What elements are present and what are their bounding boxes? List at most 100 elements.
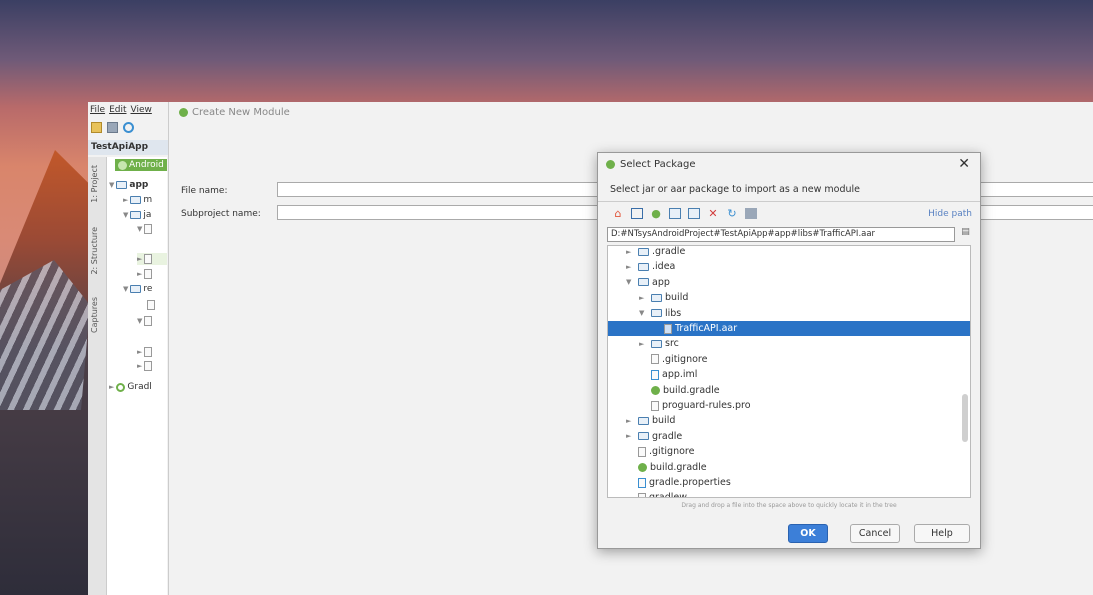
tree-row-re[interactable]: ▼ re (123, 283, 152, 295)
menu-edit[interactable]: Edit (109, 105, 126, 118)
tree-row[interactable]: ► (137, 346, 153, 358)
tree-row[interactable]: ► .gradle (608, 246, 970, 259)
folder-icon (651, 309, 662, 318)
desktop-icon[interactable] (631, 208, 643, 219)
tree-row[interactable]: ► src (608, 336, 970, 351)
project-header[interactable]: TestApiApp (88, 140, 168, 155)
tree-label: ja (143, 210, 152, 220)
tree-row[interactable]: gradle.properties (608, 475, 970, 490)
collapse-arrow-icon: ► (109, 383, 115, 391)
tab-structure[interactable]: 2: Structure (90, 227, 99, 275)
drop-hint: Drag and drop a file into the space abov… (681, 502, 897, 509)
show-hidden-icon[interactable] (745, 208, 757, 219)
tree-row[interactable]: app.iml (608, 367, 970, 382)
expand-arrow-icon: ▼ (109, 181, 115, 189)
tree-row[interactable]: ► build (608, 290, 970, 305)
tree-row-ja[interactable]: ▼ ja (123, 209, 151, 221)
collapse-arrow-icon[interactable]: ► (626, 263, 635, 271)
open-folder-icon[interactable] (91, 122, 102, 133)
delete-icon[interactable]: ✕ (707, 208, 719, 219)
file-tree[interactable]: ► .gradle ► .idea ▼ app ► build ▼ libs TrafficAPI.… (607, 245, 971, 498)
tree-row[interactable]: TrafficAPI.aar (608, 321, 970, 336)
expand-arrow-icon: ▼ (137, 317, 143, 325)
tree-row[interactable]: ▼ libs (608, 306, 970, 321)
tree-row[interactable]: ▼ app (608, 275, 970, 290)
hide-path-link[interactable]: Hide path (928, 209, 972, 219)
expand-arrow-icon[interactable]: ▼ (639, 309, 648, 317)
project-icon[interactable]: ● (650, 208, 662, 219)
collapse-arrow-icon[interactable]: ► (639, 294, 648, 302)
new-folder-icon[interactable] (688, 208, 700, 219)
tree-row-app[interactable]: ▼ app (109, 179, 148, 191)
tree-label: .gitignore (649, 446, 695, 458)
gradle-file-icon (638, 462, 647, 472)
expand-arrow-icon[interactable]: ▼ (626, 278, 635, 286)
tree-row[interactable]: gradlew (608, 490, 970, 498)
tree-label: re (143, 284, 153, 294)
package-icon (144, 269, 153, 279)
folder-icon (130, 196, 142, 204)
package-icon (144, 254, 153, 264)
tree-row[interactable]: .gitignore (608, 444, 970, 459)
subproject-name-label: Subproject name: (181, 209, 261, 219)
project-tree: Android ▼ app ► m ▼ ja ▼ ► ► ▼ re ▼ ► ► … (107, 157, 167, 595)
sync-icon[interactable] (123, 122, 134, 133)
folder-icon (651, 339, 662, 348)
folder-icon (651, 293, 662, 302)
collapse-arrow-icon: ► (137, 270, 143, 278)
file-icon (638, 446, 646, 457)
file-icon (144, 361, 153, 371)
expand-arrow-icon: ▼ (137, 225, 143, 233)
tree-row[interactable]: ► (137, 253, 167, 265)
dialog-title: Create New Module (179, 107, 290, 118)
ok-button[interactable]: OK (788, 524, 828, 543)
collapse-arrow-icon[interactable]: ► (626, 417, 635, 425)
tree-row[interactable]: ► (137, 360, 153, 372)
collapse-arrow-icon[interactable]: ► (639, 340, 648, 348)
tab-project[interactable]: 1: Project (90, 165, 99, 203)
tree-label: build (652, 415, 676, 427)
menu-file[interactable]: File (90, 105, 105, 118)
tree-row-m[interactable]: ► m (123, 194, 152, 206)
tree-row[interactable]: .gitignore (608, 352, 970, 367)
collapse-arrow-icon[interactable]: ► (626, 248, 635, 256)
tree-label: m (143, 195, 153, 205)
tree-row[interactable]: ► build (608, 413, 970, 428)
tree-row[interactable]: ► .idea (608, 259, 970, 274)
tree-row[interactable]: ► gradle (608, 429, 970, 444)
file-name-label: File name: (181, 186, 228, 196)
tree-row[interactable]: ▼ (137, 315, 153, 327)
folder-icon (130, 211, 142, 219)
file-icon (651, 354, 659, 365)
home-icon[interactable]: ⌂ (612, 208, 624, 219)
tree-row[interactable]: ▼ (137, 223, 153, 235)
ide-toolbar (88, 119, 166, 139)
tab-captures[interactable]: Captures (90, 297, 99, 333)
refresh-icon[interactable]: ↻ (726, 208, 738, 219)
tree-row[interactable]: build.gradle (608, 460, 970, 475)
help-button[interactable]: Help (914, 524, 970, 543)
tree-view-selector[interactable]: Android (115, 159, 167, 171)
divider (598, 201, 980, 202)
dialog-title-text: Create New Module (192, 107, 290, 118)
module-icon[interactable] (669, 208, 681, 219)
save-icon[interactable] (107, 122, 118, 133)
dialog-title: Select Package (606, 159, 695, 170)
tree-label: gradlew (649, 492, 688, 498)
close-icon[interactable]: ✕ (958, 156, 970, 172)
collapse-arrow-icon[interactable]: ► (626, 432, 635, 440)
tree-label: gradle (652, 430, 683, 442)
menu-view[interactable]: View (131, 105, 152, 118)
expand-arrow-icon: ▼ (123, 211, 129, 219)
tree-row[interactable]: build.gradle (608, 383, 970, 398)
tree-row[interactable] (147, 299, 155, 311)
tree-row-gradle[interactable]: ► Gradl (109, 381, 152, 393)
tree-label: app (652, 276, 670, 288)
history-icon[interactable]: ▤ (959, 227, 972, 241)
android-studio-icon (179, 108, 188, 117)
tree-label: TrafficAPI.aar (675, 323, 738, 334)
path-input[interactable]: D:#NTsysAndroidProject#TestApiApp#app#li… (607, 227, 955, 242)
tree-row[interactable]: proguard-rules.pro (608, 398, 970, 413)
tree-row[interactable]: ► (137, 268, 153, 280)
cancel-button[interactable]: Cancel (850, 524, 900, 543)
